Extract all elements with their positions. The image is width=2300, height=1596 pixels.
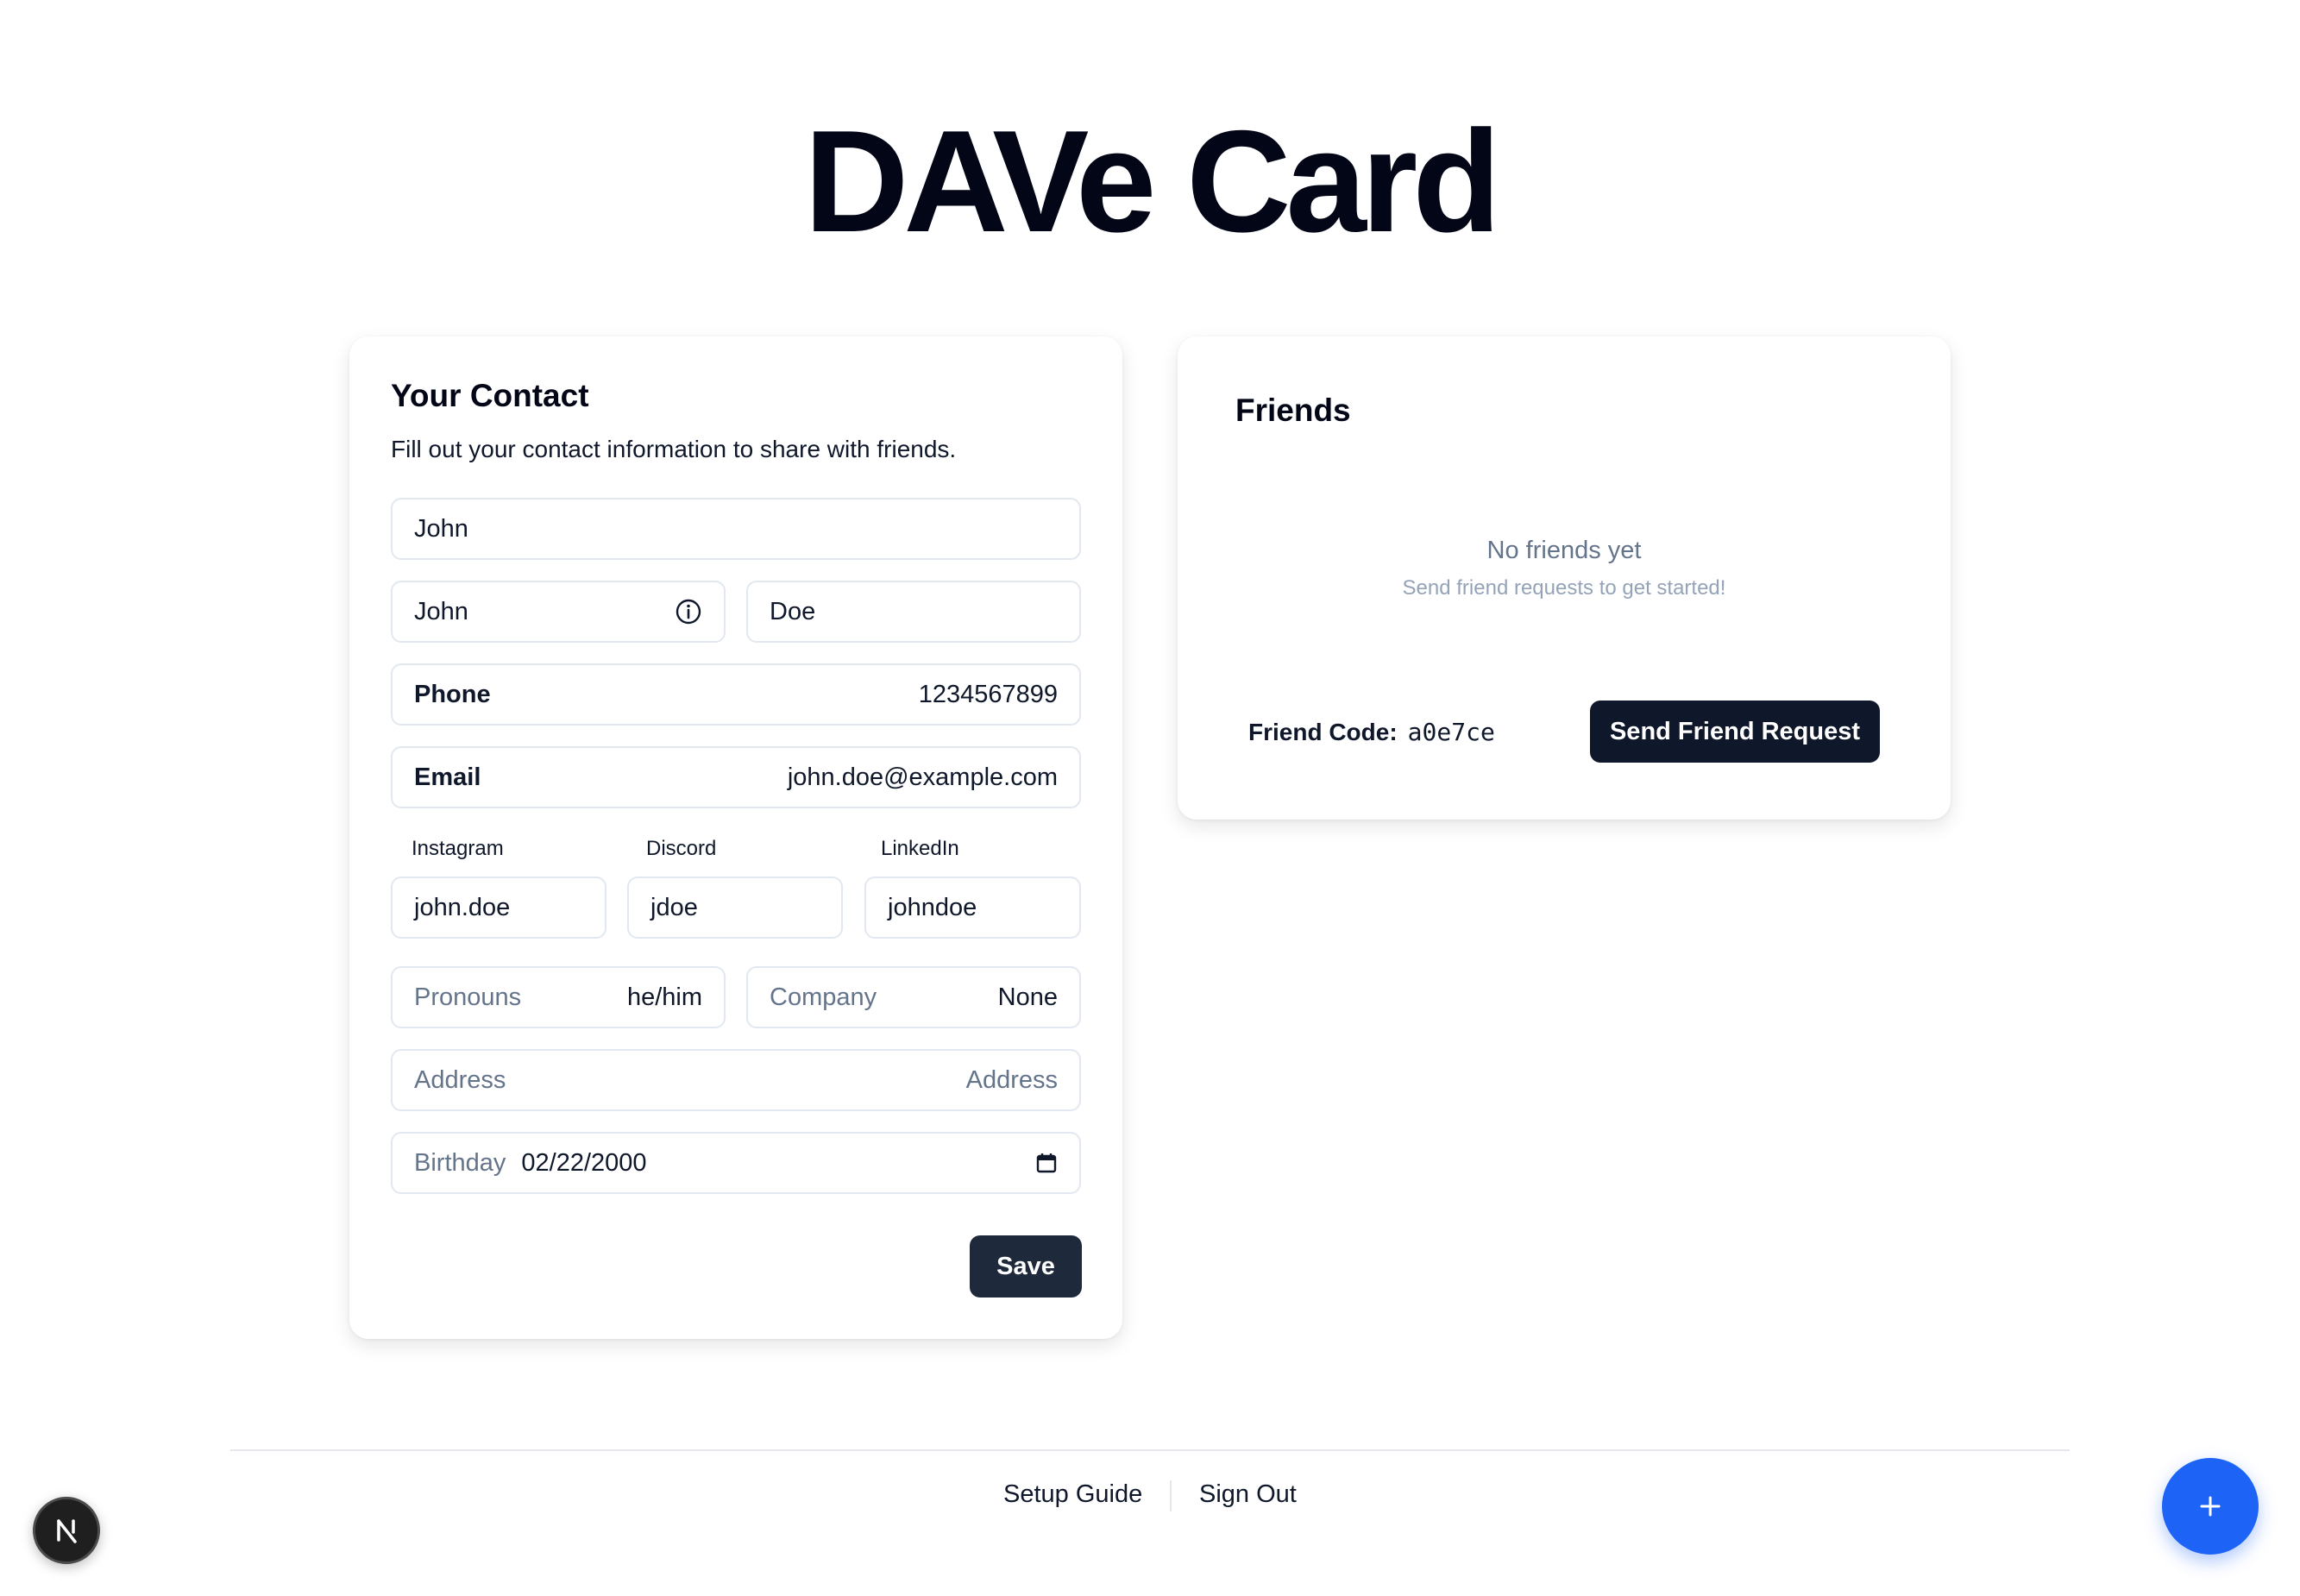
empty-friends-subtitle: Send friend requests to get started! [1402, 576, 1726, 600]
footer-divider [230, 1449, 2070, 1451]
phone-input[interactable]: Phone 1234567899 [391, 663, 1081, 726]
first-name-input[interactable]: John [391, 581, 726, 643]
save-button[interactable]: Save [970, 1235, 1082, 1298]
birthday-label: Birthday [414, 1148, 506, 1177]
company-input[interactable]: Company None [746, 966, 1081, 1028]
last-name-input[interactable]: Doe [746, 581, 1081, 643]
add-fab-button[interactable] [2162, 1458, 2259, 1555]
friend-code: Friend Code: a0e7ce [1248, 718, 1495, 746]
contact-description: Fill out your contact information to sha… [391, 436, 957, 462]
address-placeholder: Address [965, 1065, 1058, 1094]
contact-card: Your Contact Fill out your contact infor… [349, 336, 1122, 1339]
friends-card: Friends No friends yet Send friend reque… [1178, 336, 1951, 820]
empty-friends-title: No friends yet [1486, 537, 1642, 564]
linkedin-value: johndoe [888, 893, 977, 921]
company-label: Company [770, 983, 877, 1011]
friend-code-label: Friend Code: [1248, 719, 1398, 745]
discord-label: Discord [646, 837, 717, 860]
email-label: Email [414, 763, 481, 791]
discord-input[interactable]: jdoe [627, 877, 843, 939]
setup-guide-link[interactable]: Setup Guide [1003, 1480, 1142, 1509]
phone-value: 1234567899 [918, 680, 1058, 708]
info-icon[interactable] [675, 598, 702, 625]
friend-code-value: a0e7ce [1407, 718, 1495, 746]
phone-label: Phone [414, 680, 491, 708]
app-title: DAVe Card [804, 100, 1501, 262]
next-logo-icon [57, 1519, 77, 1543]
display-name-input[interactable]: John [391, 498, 1081, 560]
instagram-input[interactable]: john.doe [391, 877, 606, 939]
address-label: Address [414, 1065, 506, 1094]
birthday-value: 02/22/2000 [521, 1148, 647, 1177]
email-input[interactable]: Email john.doe@example.com [391, 746, 1081, 808]
pronouns-value: he/him [626, 983, 702, 1011]
discord-value: jdoe [650, 893, 698, 921]
birthday-input[interactable]: Birthday 02/22/2000 [391, 1132, 1081, 1194]
instagram-value: john.doe [414, 893, 511, 921]
footer-separator [1170, 1480, 1172, 1511]
email-value: john.doe@example.com [787, 763, 1058, 791]
calendar-icon[interactable] [1035, 1152, 1058, 1174]
instagram-label: Instagram [412, 837, 504, 860]
sign-out-link[interactable]: Sign Out [1199, 1480, 1297, 1509]
friends-heading: Friends [1235, 393, 1351, 428]
last-name-value: Doe [770, 597, 816, 625]
pronouns-label: Pronouns [414, 983, 522, 1011]
address-input[interactable]: Address Address [391, 1049, 1081, 1111]
contact-heading: Your Contact [391, 378, 589, 413]
plus-icon [2200, 1496, 2221, 1517]
display-name-value: John [414, 514, 468, 543]
company-value: None [997, 983, 1058, 1011]
send-friend-request-button[interactable]: Send Friend Request [1590, 701, 1880, 763]
dev-tools-badge[interactable] [33, 1497, 100, 1564]
linkedin-input[interactable]: johndoe [864, 877, 1081, 939]
first-name-value: John [414, 597, 468, 625]
linkedin-label: LinkedIn [881, 837, 959, 860]
pronouns-input[interactable]: Pronouns he/him [391, 966, 726, 1028]
